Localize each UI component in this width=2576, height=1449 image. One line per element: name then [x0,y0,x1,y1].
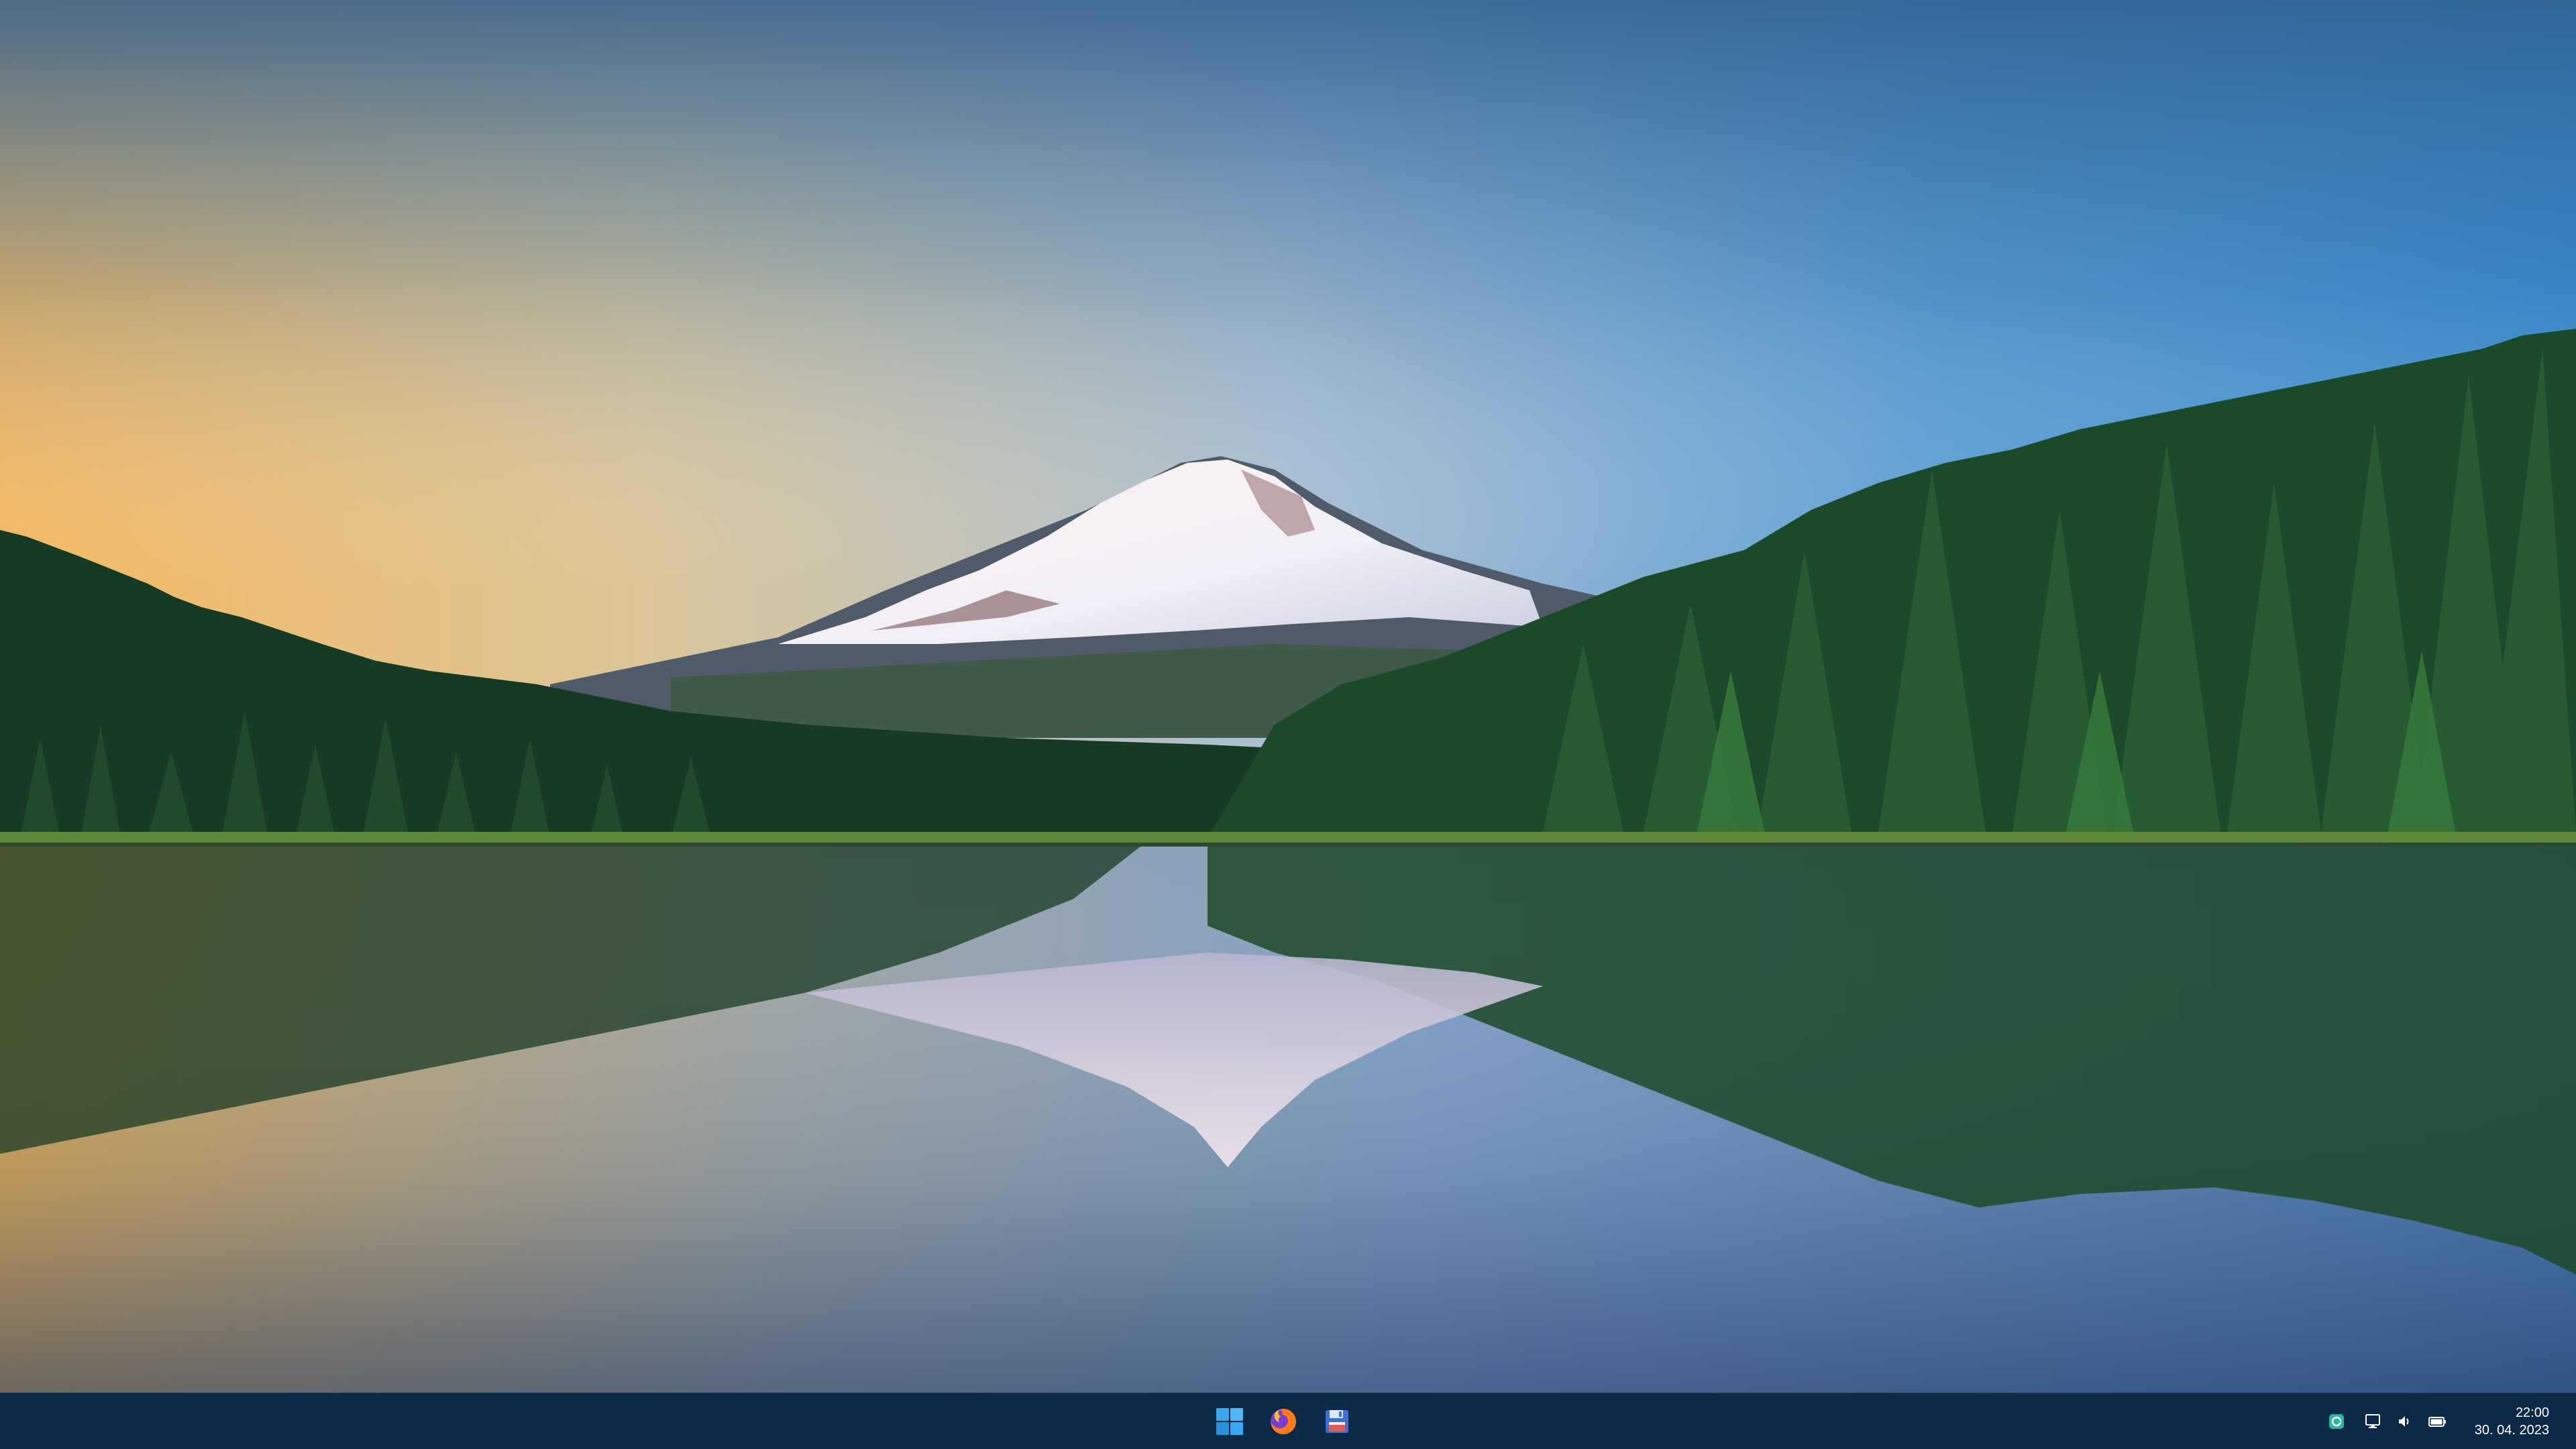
taskbar: 22:00 30. 04. 2023 [0,1393,2576,1449]
floppy-disk-app-icon [1326,1410,1348,1433]
clock[interactable]: 22:00 30. 04. 2023 [2459,1398,2568,1445]
battery-status [2422,1401,2452,1442]
battery-icon [2428,1417,2446,1427]
tray-app-button[interactable] [2322,1401,2351,1442]
desktop-wallpaper [0,0,2576,1393]
desktop[interactable] [0,0,2576,1393]
clock-time: 22:00 [2515,1405,2549,1420]
volume-icon [2398,1416,2409,1427]
network-status [2358,1401,2387,1442]
show-desktop-button[interactable] [2568,1393,2576,1449]
firefox-button[interactable] [1261,1399,1305,1444]
windows-start-icon [1216,1408,1243,1435]
start-button[interactable] [1208,1399,1252,1444]
app-tray-icon [2328,1414,2344,1429]
taskbar-pinned-apps [1208,1393,1359,1449]
network-icon [2365,1414,2380,1428]
clock-date: 30. 04. 2023 [2474,1423,2549,1438]
firefox-icon [1271,1409,1296,1434]
quick-settings-button[interactable] [2351,1401,2459,1442]
system-tray: 22:00 30. 04. 2023 [2322,1393,2576,1449]
volume-status [2390,1401,2420,1442]
floppy-app-button[interactable] [1315,1399,1359,1444]
